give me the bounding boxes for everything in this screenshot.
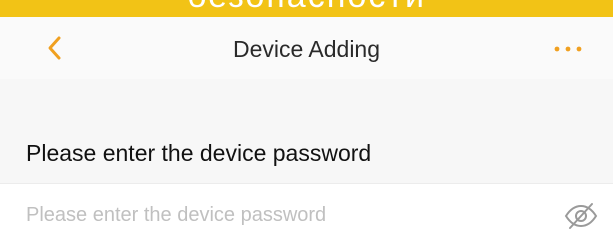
- page-title: Device Adding: [232, 36, 381, 62]
- password-input[interactable]: [26, 198, 526, 232]
- password-row: [0, 183, 613, 249]
- more-dots-icon: [554, 46, 582, 52]
- password-prompt-label: Please enter the device password: [26, 140, 372, 166]
- eye-off-icon: [564, 203, 598, 229]
- top-banner: безопасности: [0, 0, 613, 17]
- nav-bar: Device Adding: [0, 17, 613, 79]
- password-visibility-toggle[interactable]: [562, 200, 600, 232]
- more-button[interactable]: [551, 35, 585, 63]
- banner-text: безопасности: [0, 0, 613, 13]
